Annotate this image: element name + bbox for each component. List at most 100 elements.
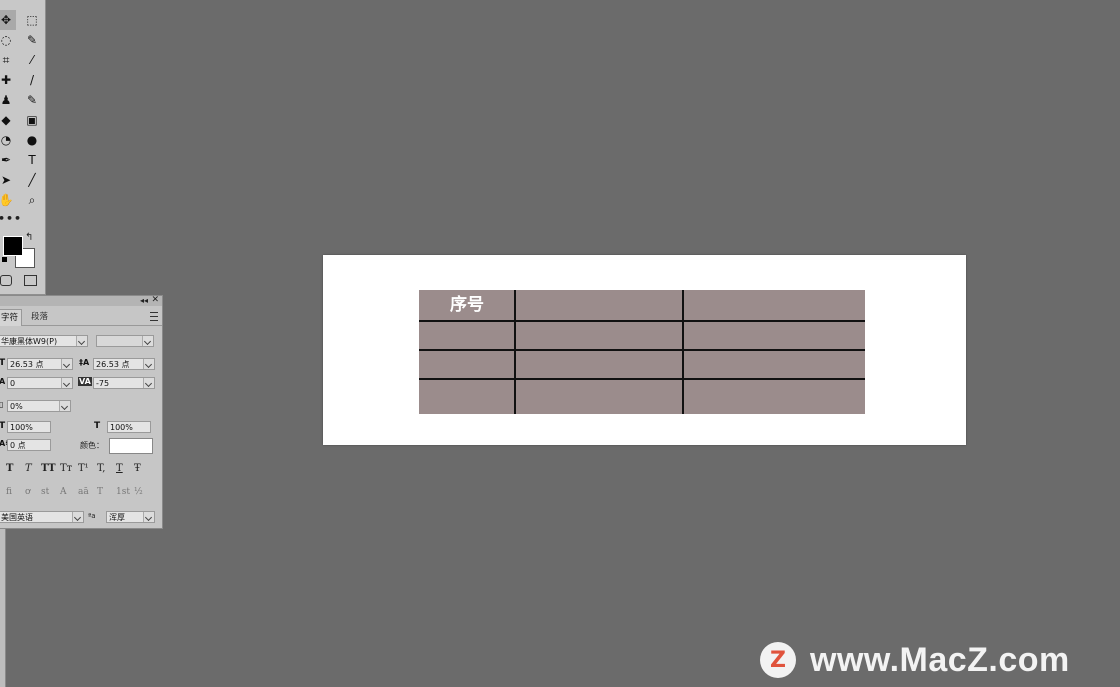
- opentype-button[interactable]: ½: [134, 487, 143, 497]
- quick-select-icon[interactable]: ✎: [22, 30, 42, 50]
- eyedropper-icon[interactable]: ⁄: [22, 50, 42, 70]
- tool-row: ♟ ✎: [0, 90, 45, 110]
- opentype-button[interactable]: T: [97, 487, 103, 497]
- line-icon[interactable]: ╱: [22, 170, 42, 190]
- more-tools-icon[interactable]: •••: [0, 212, 22, 225]
- table-column-line: [682, 290, 684, 414]
- hand-icon[interactable]: ✋: [0, 190, 16, 210]
- chevron-down-icon: [59, 401, 70, 411]
- tool-row: ✚ /: [0, 70, 45, 90]
- tool-row: ◌ ✎: [0, 30, 45, 50]
- path-select-icon[interactable]: ➤: [0, 170, 16, 190]
- baseline-shift-field[interactable]: 0 点: [7, 439, 51, 451]
- type-style-button[interactable]: T,: [97, 463, 105, 474]
- baseline-shift-value: 0 点: [10, 441, 26, 450]
- vertical-scale-field[interactable]: 100%: [7, 421, 51, 433]
- brush-icon[interactable]: /: [22, 70, 42, 90]
- font-size-field[interactable]: 26.53 点: [7, 358, 73, 370]
- healing-icon[interactable]: ✚: [0, 70, 16, 90]
- type-style-button[interactable]: Tт: [60, 463, 72, 474]
- language-select[interactable]: 美国英语: [0, 511, 84, 523]
- font-family-value: 华康黑体W9(P): [1, 337, 58, 346]
- tool-row: ◆ ▣: [0, 110, 45, 130]
- kerning-field[interactable]: 0: [7, 377, 73, 389]
- type-style-button[interactable]: T: [6, 463, 13, 474]
- opentype-button[interactable]: aā: [78, 487, 89, 497]
- swap-colors-icon[interactable]: ↰: [25, 232, 33, 243]
- antialias-select[interactable]: 浑厚: [106, 511, 155, 523]
- tracking-field[interactable]: -75: [93, 377, 155, 389]
- stamp-icon[interactable]: ♟: [0, 90, 16, 110]
- kerning-value: 0: [10, 379, 16, 388]
- tracking-icon: VA: [78, 377, 92, 386]
- move-icon[interactable]: ✥: [0, 10, 16, 30]
- logo-letter: Z: [770, 647, 786, 673]
- pen-icon[interactable]: ✒: [0, 150, 16, 170]
- antialias-value: 浑厚: [109, 513, 125, 522]
- eraser-icon[interactable]: ◆: [0, 110, 16, 130]
- tool-row: ➤ ╱: [0, 170, 45, 190]
- table-row-line: [419, 378, 865, 380]
- chevron-down-icon: [76, 336, 87, 346]
- leading-field[interactable]: 26.53 点: [93, 358, 155, 370]
- lasso-icon[interactable]: ◌: [0, 30, 16, 50]
- opentype-button[interactable]: 1st: [116, 487, 130, 497]
- foreground-color-swatch[interactable]: [3, 236, 23, 256]
- opentype-button[interactable]: ơ: [25, 487, 30, 497]
- tools-panel: ✥ ⬚ ◌ ✎ ⌗ ⁄ ✚ / ♟ ✎ ◆ ▣ ◔ ● ✒ T ➤ ╱ ✋ ⌕ ••• ↰: [0, 0, 46, 295]
- kerning-icon: A: [0, 377, 6, 386]
- panel-menu-icon[interactable]: [150, 312, 158, 321]
- tsume-icon: ▯: [0, 400, 4, 409]
- collapse-icon[interactable]: ◂◂: [140, 296, 148, 305]
- font-size-value: 26.53 点: [10, 360, 44, 369]
- chevron-down-icon: [142, 336, 153, 346]
- font-style-select[interactable]: [96, 335, 154, 347]
- panel-title-bar[interactable]: ◂◂ ✕: [0, 295, 162, 306]
- type-icon[interactable]: T: [22, 150, 42, 170]
- tab-paragraph[interactable]: 段落: [28, 309, 51, 325]
- type-style-button[interactable]: T¹: [78, 463, 89, 474]
- chevron-down-icon: [143, 512, 154, 522]
- chevron-down-icon: [143, 359, 154, 369]
- opentype-button[interactable]: A: [60, 487, 67, 497]
- chevron-down-icon: [72, 512, 83, 522]
- screen-mode-icon[interactable]: [24, 275, 37, 286]
- tool-row: ✋ ⌕: [0, 190, 45, 210]
- type-style-button[interactable]: TT: [41, 463, 56, 474]
- table-row-line: [419, 349, 865, 351]
- character-panel: ◂◂ ✕ 字符 段落 华康黑体W9(P) T 26.53 点 ‡A 26.53 …: [0, 295, 163, 529]
- vertical-scale-value: 100%: [10, 423, 33, 432]
- default-colors-icon[interactable]: [2, 257, 10, 265]
- font-size-icon: T: [0, 358, 6, 368]
- crop-icon[interactable]: ⌗: [0, 50, 16, 70]
- tab-character[interactable]: 字符: [0, 309, 23, 326]
- opentype-button[interactable]: fi: [6, 487, 12, 497]
- header-cell-text[interactable]: 序号: [419, 290, 515, 321]
- type-style-button[interactable]: T: [116, 463, 123, 474]
- marquee-icon[interactable]: ⬚: [22, 10, 42, 30]
- blur-icon[interactable]: ◔: [0, 130, 16, 150]
- tsume-field[interactable]: 0%: [7, 400, 71, 412]
- horizontal-scale-field[interactable]: 100%: [107, 421, 151, 433]
- macz-logo-icon: Z: [760, 642, 796, 678]
- gradient-icon[interactable]: ▣: [22, 110, 42, 130]
- panel-tabs: 字符 段落: [0, 307, 162, 326]
- leading-icon: ‡A: [79, 358, 90, 367]
- dodge-icon[interactable]: ●: [22, 130, 42, 150]
- chevron-down-icon: [143, 378, 154, 388]
- type-style-button[interactable]: T: [25, 463, 32, 474]
- table-shape[interactable]: 序号: [419, 290, 865, 414]
- history-brush-icon[interactable]: ✎: [22, 90, 42, 110]
- close-icon[interactable]: ✕: [151, 295, 159, 305]
- language-value: 美国英语: [1, 513, 33, 522]
- type-style-button[interactable]: Ŧ: [134, 463, 141, 474]
- quick-mask-icon[interactable]: [0, 275, 12, 286]
- text-color-swatch[interactable]: [109, 438, 153, 454]
- horizontal-scale-value: 100%: [110, 423, 133, 432]
- font-family-select[interactable]: 华康黑体W9(P): [0, 335, 88, 347]
- tool-row: ✥ ⬚: [0, 10, 45, 30]
- tool-row: ◔ ●: [0, 130, 45, 150]
- opentype-button[interactable]: st: [41, 487, 49, 497]
- tool-row: ✒ T: [0, 150, 45, 170]
- zoom-icon[interactable]: ⌕: [22, 190, 42, 210]
